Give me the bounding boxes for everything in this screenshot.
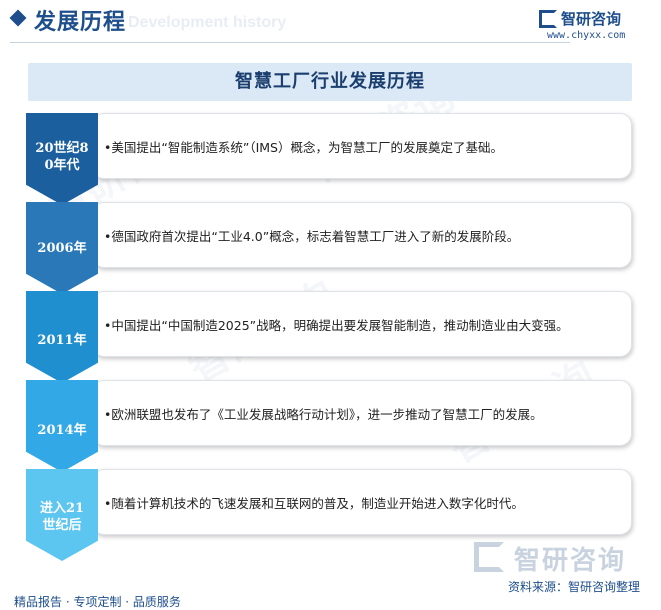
timeline-text: •欧洲联盟也发布了《工业发展战略行动计划》，进一步推动了智慧工厂的发展。 [104,407,543,422]
timeline-period: 2011年 [37,333,87,348]
footer-logo-icon [474,542,504,572]
footer-logo: 智研咨询 [474,540,654,576]
diagram-title: 智慧工厂行业发展历程 [235,71,425,92]
header-divider [10,42,570,43]
timeline-period: 2014年 [37,423,87,438]
brand-logo-icon [539,10,557,28]
data-source: 资料来源：智研咨询整理 [508,580,641,594]
page-title: 发展历程 [34,9,127,35]
footer-logo-text: 智研咨询 [514,546,627,576]
timeline-period: 20世纪8 0年代 [35,141,89,173]
brand-logo: 智研咨询 www.chyxx.com [539,8,649,44]
page-subtitle-en: Development history [128,14,287,31]
timeline-text: •美国提出“智能制造系统”（IMS）概念，为智慧工厂的发展奠定了基础。 [104,140,503,155]
diamond-icon [9,9,27,27]
timeline-period: 进入21 世纪后 [39,501,85,533]
brand-name: 智研咨询 [561,10,622,28]
timeline-text: •德国政府首次提出“工业4.0”概念，标志着智慧工厂进入了新的发展阶段。 [104,229,520,244]
diagram-banner: 智慧工厂行业发展历程 [28,63,632,101]
timeline-period: 2006年 [37,241,87,256]
brand-url: www.chyxx.com [547,30,626,41]
timeline-text: •随着计算机技术的飞速发展和互联网的普及，制造业开始进入数字化时代。 [104,496,524,511]
footer-tagline: 精品报告 · 专项定制 · 品质服务 [14,595,181,609]
timeline-text: •中国提出“中国制造2025”战略，明确提出要发展智能制造，推动制造业由大变强。 [104,318,569,333]
